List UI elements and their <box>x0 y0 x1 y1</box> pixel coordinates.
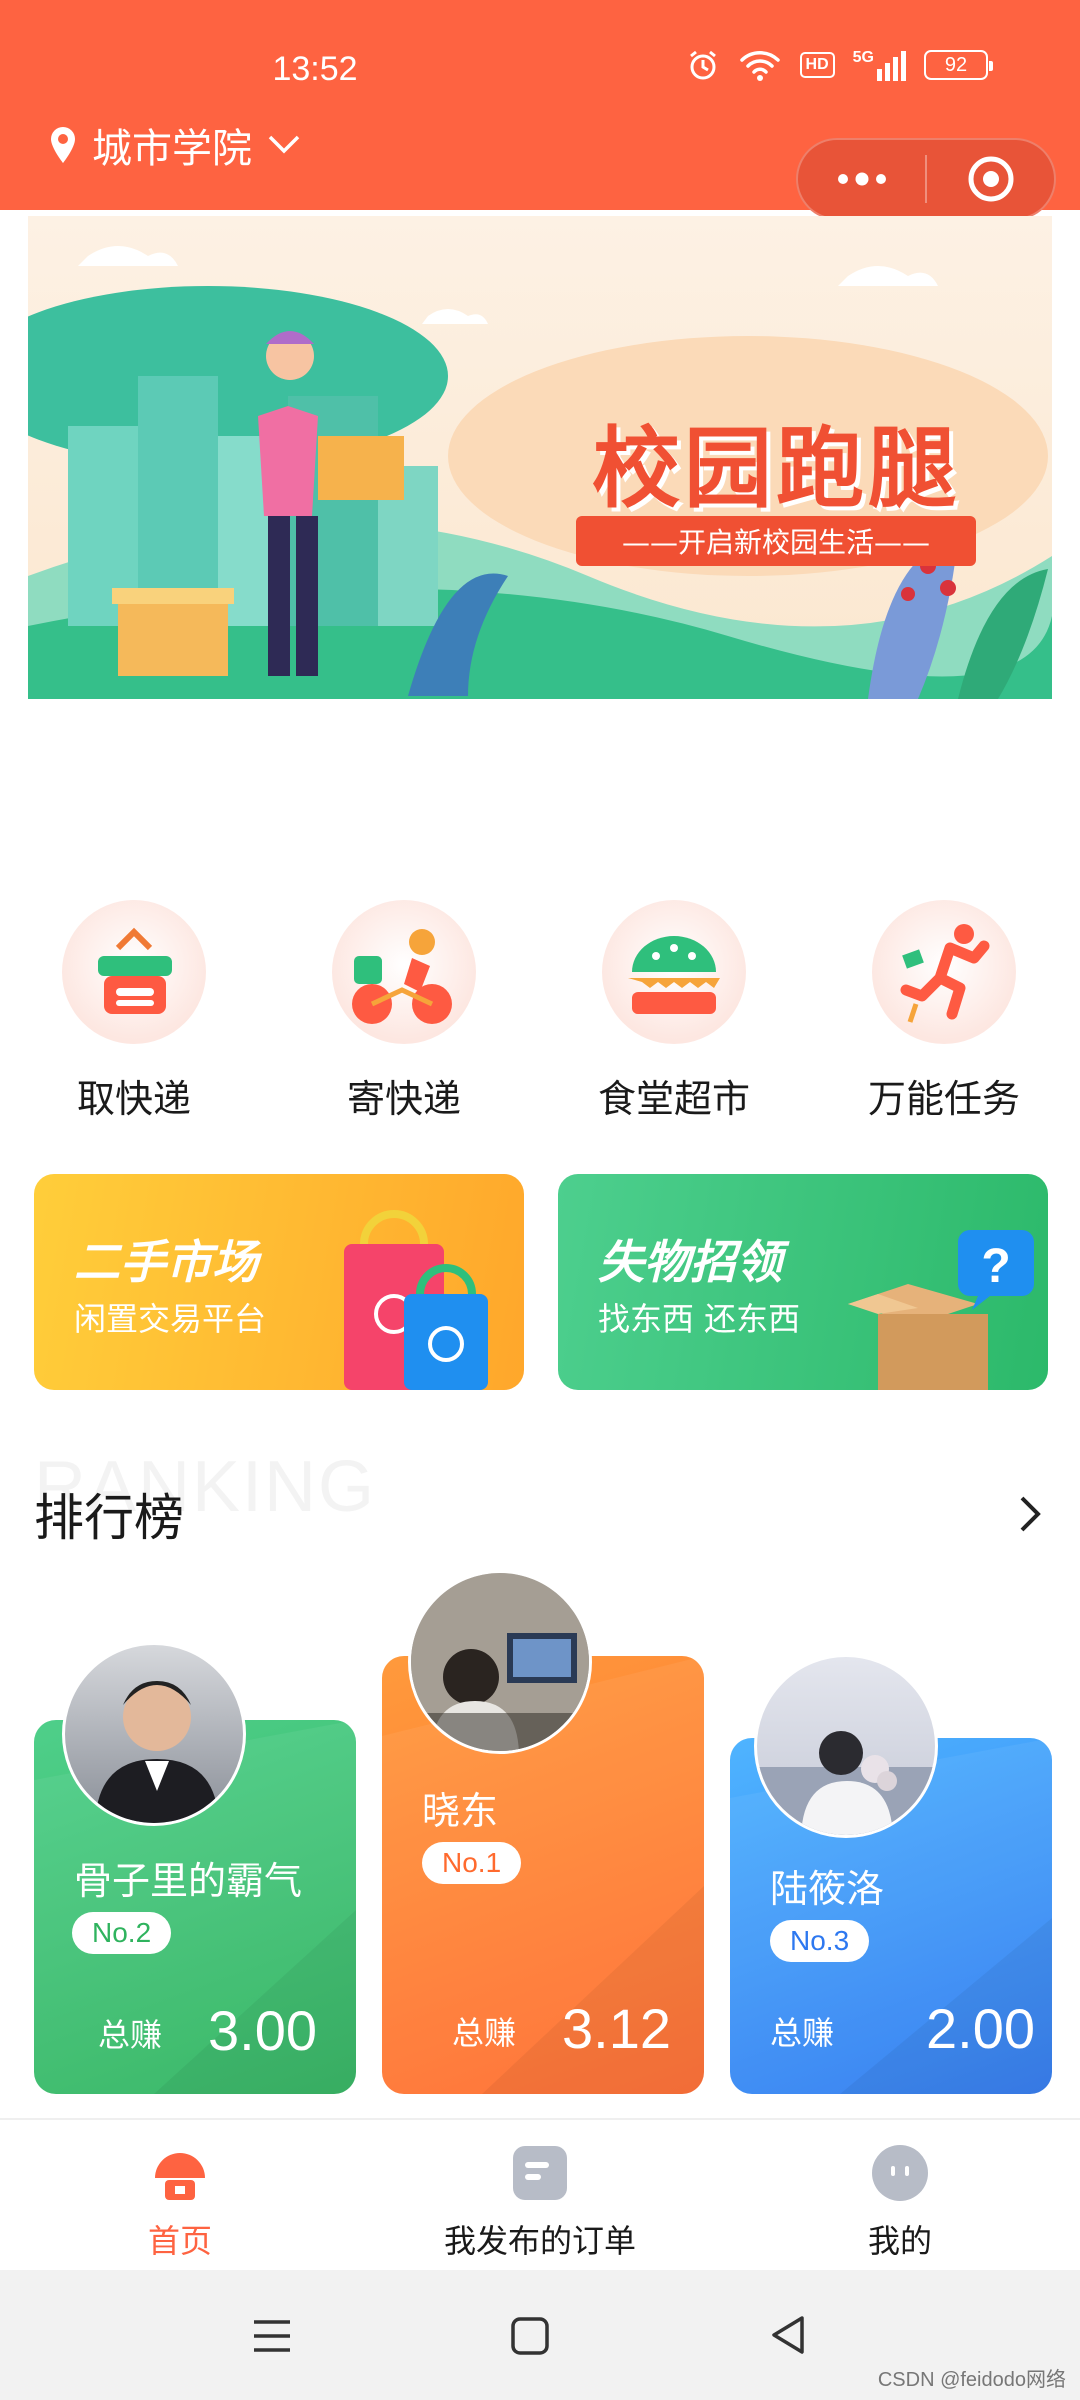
signal-icon: 5G <box>853 49 906 81</box>
order-list-icon <box>513 2146 567 2200</box>
category-label: 食堂超市 <box>597 1077 750 1121</box>
svg-text:?: ? <box>981 1240 1010 1293</box>
watermark: CSDN @feidodo网络 <box>877 2369 1066 2391</box>
tab-home[interactable]: 首页 <box>30 2144 330 2262</box>
promo-title: 失物招领 <box>598 1235 782 1289</box>
shopping-bags-icon <box>344 1210 488 1390</box>
battery-indicator: 92 <box>924 50 993 80</box>
category-send-express[interactable]: 寄快递 <box>304 900 504 1123</box>
earned-label: 总赚 <box>98 2016 163 2054</box>
system-navigation-bar: CSDN @feidodo网络 <box>0 2270 1080 2400</box>
earned-label: 总赚 <box>452 2014 517 2052</box>
earned-value: 3.12 <box>562 1997 671 2060</box>
promo-subtitle: 闲置交易平台 <box>74 1300 267 1338</box>
alarm-icon <box>689 50 716 80</box>
bottom-tab-bar: 首页 我发布的订单 我的 <box>0 2118 1080 2270</box>
burger-icon <box>602 900 746 1044</box>
running-man-icon <box>872 900 1016 1044</box>
category-pickup-express[interactable]: 取快递 <box>34 900 234 1123</box>
ranking-name: 晓东 <box>422 1789 499 1833</box>
avatar <box>62 1642 246 1826</box>
avatar <box>408 1570 592 1754</box>
rank-badge: No.3 <box>770 1920 870 1962</box>
category-label: 万能任务 <box>867 1077 1020 1121</box>
promo-lost-and-found[interactable]: ? 失物招领 找东西 还东西 <box>558 1174 1048 1390</box>
hd-badge: HD <box>799 52 835 78</box>
bicycle-courier-icon <box>332 900 476 1044</box>
close-miniprogram-button[interactable] <box>927 140 1054 218</box>
location-selector[interactable]: 城市学院 <box>48 116 302 174</box>
more-dots-icon <box>837 172 886 186</box>
banner-subtitle: ——开启新校园生活—— <box>576 516 976 566</box>
category-canteen-market[interactable]: 食堂超市 <box>574 900 774 1123</box>
category-label: 取快递 <box>76 1077 191 1121</box>
ranking-name: 骨子里的霸气 <box>74 1859 303 1903</box>
tab-label: 我发布的订单 <box>443 2222 636 2260</box>
rank-badge: No.2 <box>72 1912 172 1954</box>
box-question-icon: ? <box>848 1230 1034 1390</box>
location-name: 城市学院 <box>92 126 252 172</box>
tab-label: 首页 <box>147 2222 212 2260</box>
promo-title: 二手市场 <box>74 1235 258 1289</box>
promo-second-hand-market[interactable]: 二手市场 闲置交易平台 <box>34 1174 524 1390</box>
chevron-right-icon[interactable] <box>1010 1494 1050 1534</box>
wifi-icon <box>739 51 780 81</box>
menu-icon[interactable] <box>250 2316 294 2356</box>
earned-label: 总赚 <box>770 2014 835 2052</box>
avatar <box>754 1654 938 1838</box>
ranking-name: 陆筱洛 <box>770 1867 885 1911</box>
profile-face-icon <box>872 2145 928 2201</box>
ranking-title: 排行榜 <box>34 1489 184 1547</box>
banner[interactable]: 校园跑腿 ——开启新校园生活—— <box>28 216 1052 699</box>
tab-label: 我的 <box>867 2222 932 2260</box>
target-icon <box>968 156 1013 202</box>
category-label: 寄快递 <box>346 1077 461 1121</box>
category-universal-task[interactable]: 万能任务 <box>844 900 1044 1123</box>
earned-value: 2.00 <box>926 1997 1035 2060</box>
miniprogram-capsule <box>796 138 1056 220</box>
earned-value: 3.00 <box>208 1999 317 2062</box>
home-mushroom-icon <box>155 2153 205 2200</box>
rank-badge: No.1 <box>422 1842 522 1884</box>
banner-title: 校园跑腿 <box>592 417 961 520</box>
more-button[interactable] <box>798 140 925 218</box>
status-icons: HD 5G 92 <box>686 48 993 82</box>
back-triangle-icon[interactable] <box>768 2314 808 2356</box>
network-type-label: 5G <box>852 49 874 66</box>
tab-profile[interactable]: 我的 <box>750 2144 1050 2262</box>
status-time: 13:52 <box>272 50 358 88</box>
home-square-icon[interactable] <box>510 2316 550 2356</box>
promo-subtitle: 找东西 还东西 <box>598 1300 801 1338</box>
chevron-down-icon <box>268 135 300 154</box>
location-pin-icon <box>51 127 75 163</box>
basket-icon <box>62 900 206 1044</box>
tab-my-orders[interactable]: 我发布的订单 <box>390 2144 690 2262</box>
